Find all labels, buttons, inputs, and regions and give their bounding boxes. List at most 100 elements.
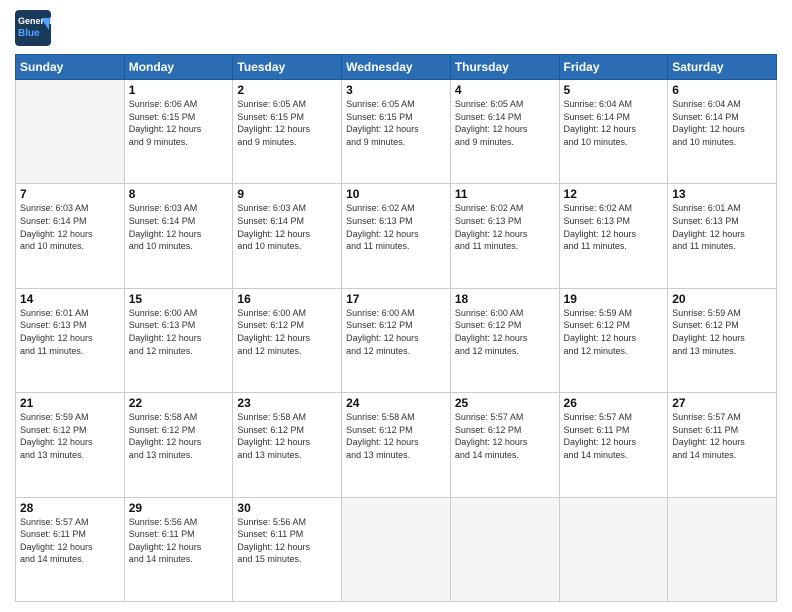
day-number: 3 xyxy=(346,83,446,97)
day-number: 25 xyxy=(455,396,555,410)
calendar-day-16: 16Sunrise: 6:00 AM Sunset: 6:12 PM Dayli… xyxy=(233,288,342,392)
day-number: 16 xyxy=(237,292,337,306)
weekday-header-sunday: Sunday xyxy=(16,55,125,80)
calendar-day-29: 29Sunrise: 5:56 AM Sunset: 6:11 PM Dayli… xyxy=(124,497,233,601)
day-info: Sunrise: 6:00 AM Sunset: 6:12 PM Dayligh… xyxy=(455,307,555,357)
day-number: 9 xyxy=(237,187,337,201)
calendar-day-30: 30Sunrise: 5:56 AM Sunset: 6:11 PM Dayli… xyxy=(233,497,342,601)
day-number: 15 xyxy=(129,292,229,306)
day-info: Sunrise: 5:56 AM Sunset: 6:11 PM Dayligh… xyxy=(129,516,229,566)
day-info: Sunrise: 6:04 AM Sunset: 6:14 PM Dayligh… xyxy=(564,98,664,148)
calendar-week-row: 1Sunrise: 6:06 AM Sunset: 6:15 PM Daylig… xyxy=(16,80,777,184)
day-number: 26 xyxy=(564,396,664,410)
day-number: 8 xyxy=(129,187,229,201)
calendar-day-empty xyxy=(342,497,451,601)
day-info: Sunrise: 6:01 AM Sunset: 6:13 PM Dayligh… xyxy=(672,202,772,252)
day-number: 29 xyxy=(129,501,229,515)
day-info: Sunrise: 5:58 AM Sunset: 6:12 PM Dayligh… xyxy=(129,411,229,461)
day-info: Sunrise: 5:58 AM Sunset: 6:12 PM Dayligh… xyxy=(346,411,446,461)
day-number: 22 xyxy=(129,396,229,410)
day-info: Sunrise: 6:03 AM Sunset: 6:14 PM Dayligh… xyxy=(20,202,120,252)
calendar-day-25: 25Sunrise: 5:57 AM Sunset: 6:12 PM Dayli… xyxy=(450,393,559,497)
header: General Blue xyxy=(15,10,777,46)
day-number: 19 xyxy=(564,292,664,306)
day-number: 24 xyxy=(346,396,446,410)
weekday-header-saturday: Saturday xyxy=(668,55,777,80)
day-info: Sunrise: 5:59 AM Sunset: 6:12 PM Dayligh… xyxy=(20,411,120,461)
day-number: 27 xyxy=(672,396,772,410)
day-info: Sunrise: 6:05 AM Sunset: 6:15 PM Dayligh… xyxy=(346,98,446,148)
day-number: 23 xyxy=(237,396,337,410)
calendar-day-5: 5Sunrise: 6:04 AM Sunset: 6:14 PM Daylig… xyxy=(559,80,668,184)
day-info: Sunrise: 6:01 AM Sunset: 6:13 PM Dayligh… xyxy=(20,307,120,357)
day-number: 4 xyxy=(455,83,555,97)
weekday-header-thursday: Thursday xyxy=(450,55,559,80)
svg-text:Blue: Blue xyxy=(18,28,40,39)
weekday-header-wednesday: Wednesday xyxy=(342,55,451,80)
day-number: 1 xyxy=(129,83,229,97)
calendar-day-empty xyxy=(16,80,125,184)
day-info: Sunrise: 5:59 AM Sunset: 6:12 PM Dayligh… xyxy=(672,307,772,357)
day-info: Sunrise: 5:57 AM Sunset: 6:11 PM Dayligh… xyxy=(672,411,772,461)
day-info: Sunrise: 6:04 AM Sunset: 6:14 PM Dayligh… xyxy=(672,98,772,148)
calendar-day-14: 14Sunrise: 6:01 AM Sunset: 6:13 PM Dayli… xyxy=(16,288,125,392)
calendar-day-26: 26Sunrise: 5:57 AM Sunset: 6:11 PM Dayli… xyxy=(559,393,668,497)
calendar-week-row: 14Sunrise: 6:01 AM Sunset: 6:13 PM Dayli… xyxy=(16,288,777,392)
day-number: 18 xyxy=(455,292,555,306)
day-info: Sunrise: 5:57 AM Sunset: 6:12 PM Dayligh… xyxy=(455,411,555,461)
day-info: Sunrise: 6:05 AM Sunset: 6:15 PM Dayligh… xyxy=(237,98,337,148)
calendar-day-1: 1Sunrise: 6:06 AM Sunset: 6:15 PM Daylig… xyxy=(124,80,233,184)
calendar-day-empty xyxy=(559,497,668,601)
weekday-header-monday: Monday xyxy=(124,55,233,80)
calendar-day-10: 10Sunrise: 6:02 AM Sunset: 6:13 PM Dayli… xyxy=(342,184,451,288)
day-number: 30 xyxy=(237,501,337,515)
calendar-day-28: 28Sunrise: 5:57 AM Sunset: 6:11 PM Dayli… xyxy=(16,497,125,601)
calendar-day-22: 22Sunrise: 5:58 AM Sunset: 6:12 PM Dayli… xyxy=(124,393,233,497)
calendar-table: SundayMondayTuesdayWednesdayThursdayFrid… xyxy=(15,54,777,602)
day-number: 21 xyxy=(20,396,120,410)
day-info: Sunrise: 6:06 AM Sunset: 6:15 PM Dayligh… xyxy=(129,98,229,148)
day-info: Sunrise: 6:03 AM Sunset: 6:14 PM Dayligh… xyxy=(237,202,337,252)
weekday-header-tuesday: Tuesday xyxy=(233,55,342,80)
calendar-week-row: 21Sunrise: 5:59 AM Sunset: 6:12 PM Dayli… xyxy=(16,393,777,497)
calendar-day-27: 27Sunrise: 5:57 AM Sunset: 6:11 PM Dayli… xyxy=(668,393,777,497)
day-info: Sunrise: 5:57 AM Sunset: 6:11 PM Dayligh… xyxy=(564,411,664,461)
day-number: 10 xyxy=(346,187,446,201)
logo-icon: General Blue xyxy=(15,10,51,46)
weekday-header-friday: Friday xyxy=(559,55,668,80)
day-info: Sunrise: 6:02 AM Sunset: 6:13 PM Dayligh… xyxy=(455,202,555,252)
calendar-day-6: 6Sunrise: 6:04 AM Sunset: 6:14 PM Daylig… xyxy=(668,80,777,184)
calendar-day-24: 24Sunrise: 5:58 AM Sunset: 6:12 PM Dayli… xyxy=(342,393,451,497)
logo: General Blue xyxy=(15,10,53,46)
calendar-day-19: 19Sunrise: 5:59 AM Sunset: 6:12 PM Dayli… xyxy=(559,288,668,392)
day-info: Sunrise: 6:05 AM Sunset: 6:14 PM Dayligh… xyxy=(455,98,555,148)
calendar-day-8: 8Sunrise: 6:03 AM Sunset: 6:14 PM Daylig… xyxy=(124,184,233,288)
day-number: 5 xyxy=(564,83,664,97)
day-info: Sunrise: 5:58 AM Sunset: 6:12 PM Dayligh… xyxy=(237,411,337,461)
weekday-header-row: SundayMondayTuesdayWednesdayThursdayFrid… xyxy=(16,55,777,80)
day-info: Sunrise: 6:03 AM Sunset: 6:14 PM Dayligh… xyxy=(129,202,229,252)
day-info: Sunrise: 5:59 AM Sunset: 6:12 PM Dayligh… xyxy=(564,307,664,357)
calendar-day-20: 20Sunrise: 5:59 AM Sunset: 6:12 PM Dayli… xyxy=(668,288,777,392)
page: General Blue SundayMondayTuesdayWednesda… xyxy=(0,0,792,612)
day-info: Sunrise: 6:00 AM Sunset: 6:12 PM Dayligh… xyxy=(346,307,446,357)
calendar-day-21: 21Sunrise: 5:59 AM Sunset: 6:12 PM Dayli… xyxy=(16,393,125,497)
calendar-day-23: 23Sunrise: 5:58 AM Sunset: 6:12 PM Dayli… xyxy=(233,393,342,497)
day-number: 20 xyxy=(672,292,772,306)
calendar-day-7: 7Sunrise: 6:03 AM Sunset: 6:14 PM Daylig… xyxy=(16,184,125,288)
calendar-day-12: 12Sunrise: 6:02 AM Sunset: 6:13 PM Dayli… xyxy=(559,184,668,288)
day-number: 13 xyxy=(672,187,772,201)
day-info: Sunrise: 6:00 AM Sunset: 6:12 PM Dayligh… xyxy=(237,307,337,357)
calendar-day-11: 11Sunrise: 6:02 AM Sunset: 6:13 PM Dayli… xyxy=(450,184,559,288)
day-number: 28 xyxy=(20,501,120,515)
day-number: 12 xyxy=(564,187,664,201)
day-number: 2 xyxy=(237,83,337,97)
calendar-week-row: 28Sunrise: 5:57 AM Sunset: 6:11 PM Dayli… xyxy=(16,497,777,601)
day-info: Sunrise: 6:02 AM Sunset: 6:13 PM Dayligh… xyxy=(346,202,446,252)
calendar-day-empty xyxy=(668,497,777,601)
calendar-day-17: 17Sunrise: 6:00 AM Sunset: 6:12 PM Dayli… xyxy=(342,288,451,392)
day-number: 6 xyxy=(672,83,772,97)
day-number: 17 xyxy=(346,292,446,306)
calendar-day-3: 3Sunrise: 6:05 AM Sunset: 6:15 PM Daylig… xyxy=(342,80,451,184)
calendar-day-15: 15Sunrise: 6:00 AM Sunset: 6:13 PM Dayli… xyxy=(124,288,233,392)
